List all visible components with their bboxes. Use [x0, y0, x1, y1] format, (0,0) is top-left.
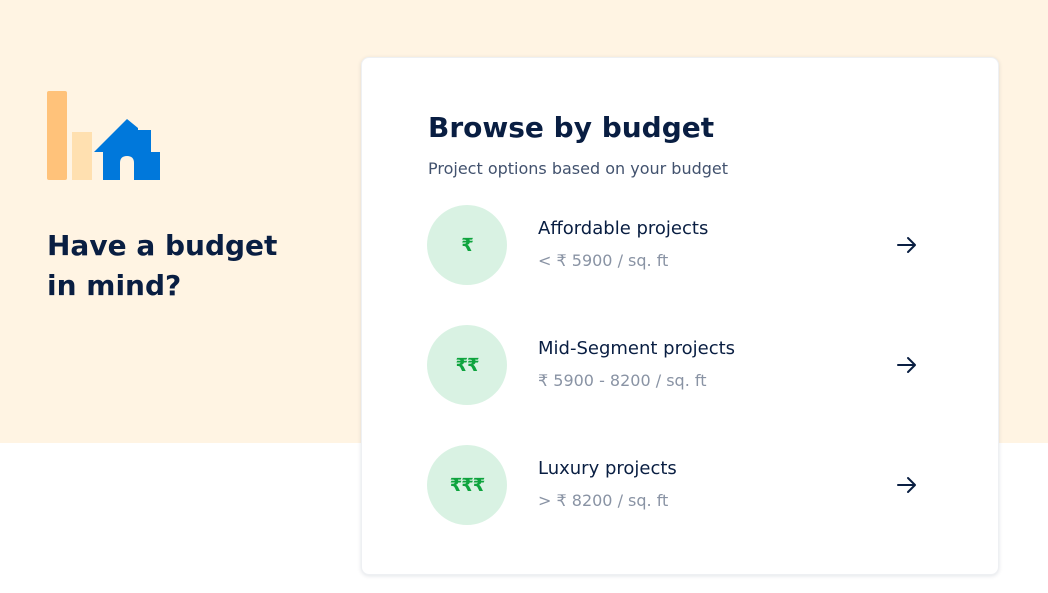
- option-title: Mid-Segment projects: [538, 338, 736, 359]
- card-subtitle: Project options based on your budget: [428, 159, 729, 178]
- option-price-range: < ₹ 5900 / sq. ft: [538, 251, 669, 270]
- option-title: Luxury projects: [538, 458, 677, 479]
- card-title: Browse by budget: [428, 111, 715, 144]
- arrow-right-icon[interactable]: [895, 233, 919, 257]
- option-affordable[interactable]: ₹ Affordable projects < ₹ 5900 / sq. ft: [427, 205, 937, 285]
- rupee-icon: ₹₹₹: [427, 445, 507, 525]
- budget-card: Browse by budget Project options based o…: [361, 57, 999, 575]
- budget-house-icon: [47, 91, 160, 180]
- option-price-range: ₹ 5900 - 8200 / sq. ft: [538, 371, 707, 390]
- budget-section: Have a budget in mind? Browse by budget …: [0, 0, 1048, 593]
- rupee-icon: ₹₹: [427, 325, 507, 405]
- left-heading: Have a budget in mind?: [47, 229, 278, 302]
- option-mid-segment[interactable]: ₹₹ Mid-Segment projects ₹ 5900 - 8200 / …: [427, 325, 937, 405]
- arrow-right-icon[interactable]: [895, 353, 919, 377]
- rupee-icon: ₹: [427, 205, 507, 285]
- option-title: Affordable projects: [538, 218, 709, 239]
- option-price-range: > ₹ 8200 / sq. ft: [538, 491, 669, 510]
- arrow-right-icon[interactable]: [895, 473, 919, 497]
- option-luxury[interactable]: ₹₹₹ Luxury projects > ₹ 8200 / sq. ft: [427, 445, 937, 525]
